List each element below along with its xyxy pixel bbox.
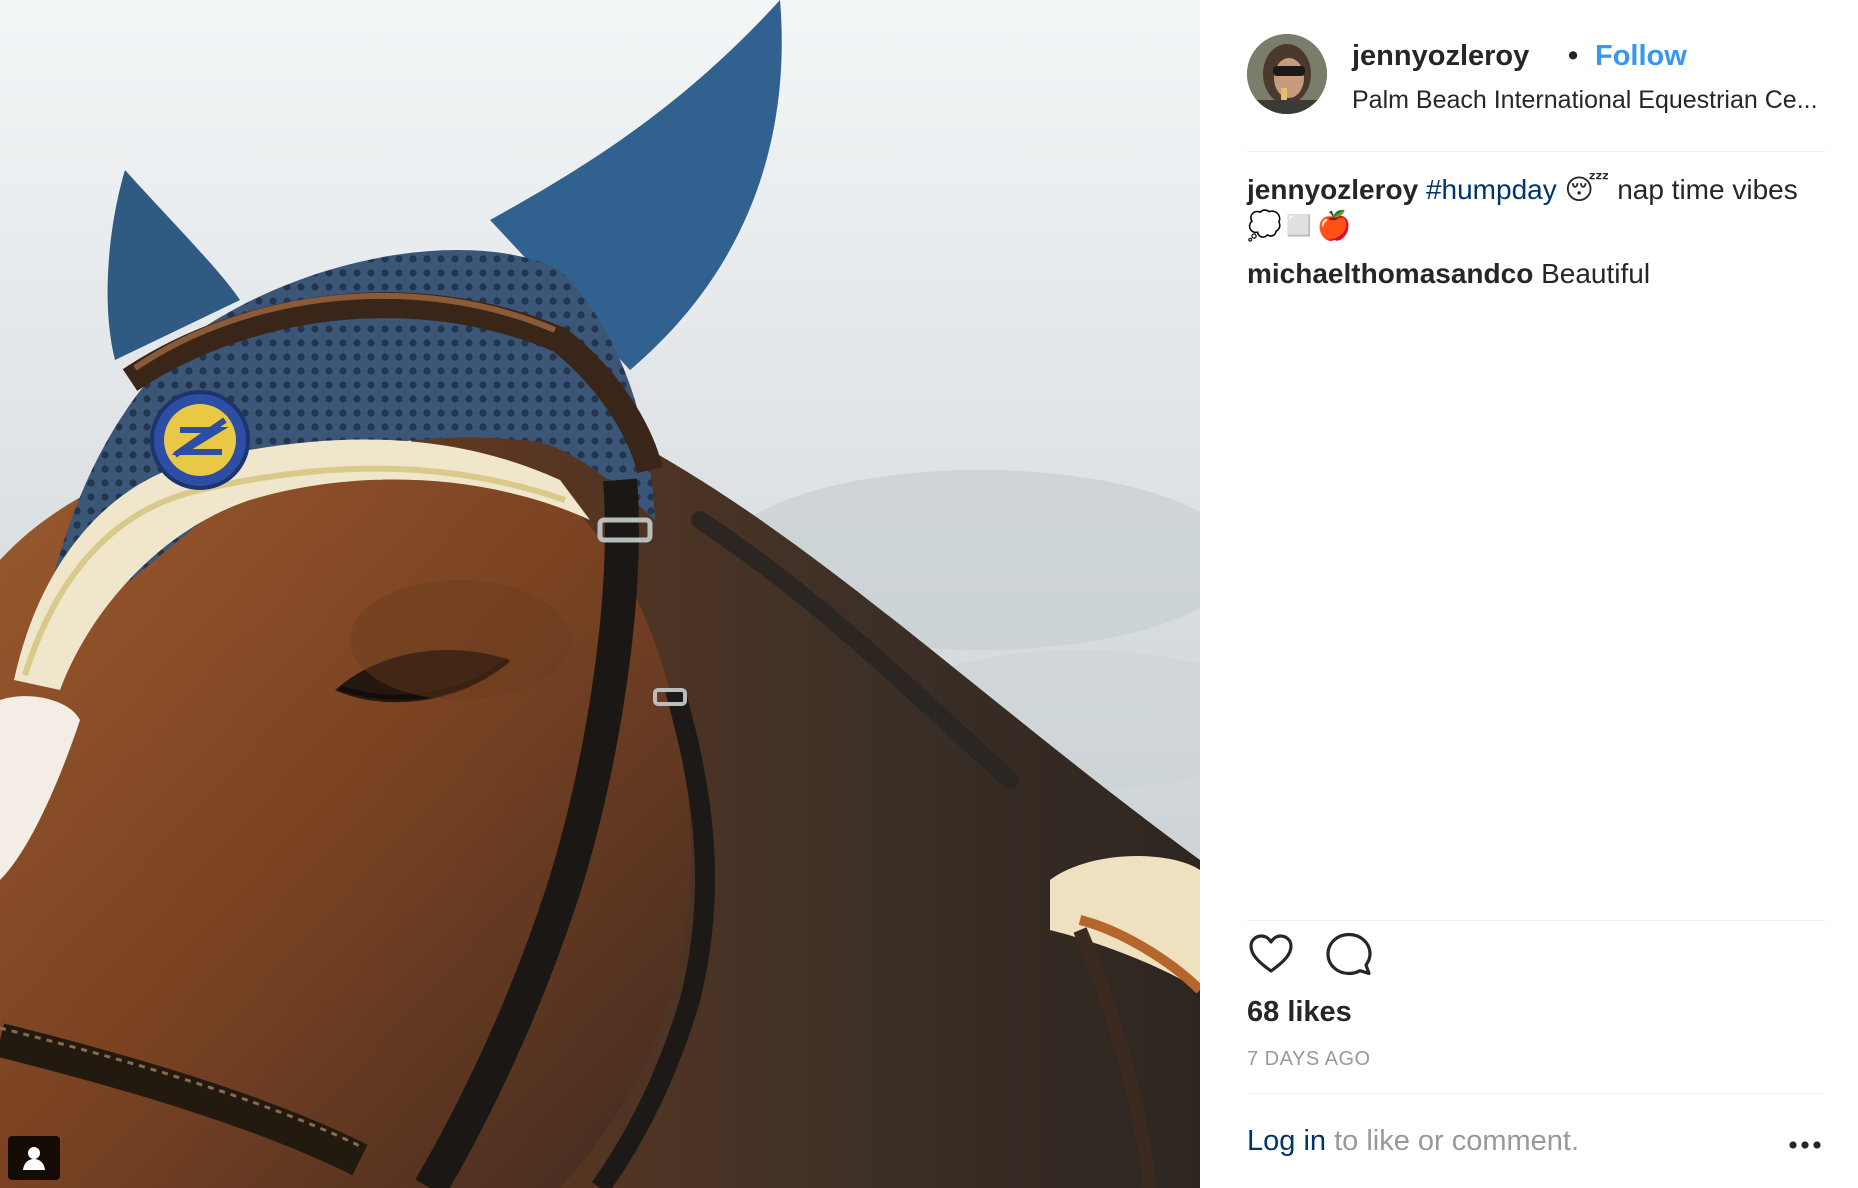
tagged-users-button[interactable] [8, 1136, 60, 1180]
username-link[interactable]: jennyozleroy [1352, 40, 1529, 73]
user-tag-icon [23, 1147, 45, 1170]
post-photo[interactable] [0, 0, 1200, 1188]
avatar-image [1247, 34, 1327, 114]
post-header: jennyozleroy • Follow Palm Beach Interna… [1247, 34, 1825, 152]
comment-author[interactable]: michaelthomasandco [1247, 258, 1533, 289]
hashtag-link[interactable]: #humpday [1426, 174, 1557, 205]
comments-list: jennyozleroy #humpday 😴 nap time vibes 💭… [1247, 172, 1825, 304]
separator-dot: • [1568, 40, 1579, 72]
divider [1247, 920, 1825, 921]
likes-count[interactable]: 68 likes [1247, 996, 1352, 1029]
comment-text: Beautiful [1533, 258, 1651, 289]
more-options-icon [1789, 1141, 1821, 1149]
caption-author[interactable]: jennyozleroy [1247, 174, 1418, 205]
login-prompt-text: to like or comment. [1326, 1125, 1580, 1157]
comment-item: michaelthomasandco Beautiful [1247, 256, 1825, 292]
caption: jennyozleroy #humpday 😴 nap time vibes 💭… [1247, 172, 1825, 244]
location-link[interactable]: Palm Beach International Equestrian Ce..… [1352, 86, 1822, 115]
heart-icon [1249, 934, 1293, 973]
action-bar [1247, 930, 1373, 980]
horse-photo-illustration [0, 0, 1200, 1188]
login-prompt: Log in to like or comment. [1247, 1125, 1825, 1158]
more-options-button[interactable] [1785, 1130, 1825, 1160]
login-link[interactable]: Log in [1247, 1125, 1326, 1157]
follow-button[interactable]: Follow [1595, 40, 1687, 73]
avatar[interactable] [1247, 34, 1327, 114]
post-timestamp[interactable]: 7 DAYS AGO [1247, 1048, 1371, 1071]
post-sidebar: jennyozleroy • Follow Palm Beach Interna… [1200, 0, 1858, 1188]
divider [1247, 1093, 1825, 1094]
like-button[interactable] [1247, 930, 1295, 978]
post-container: jennyozleroy • Follow Palm Beach Interna… [0, 0, 1858, 1188]
comment-icon [1326, 932, 1372, 976]
comment-button[interactable] [1325, 930, 1373, 978]
